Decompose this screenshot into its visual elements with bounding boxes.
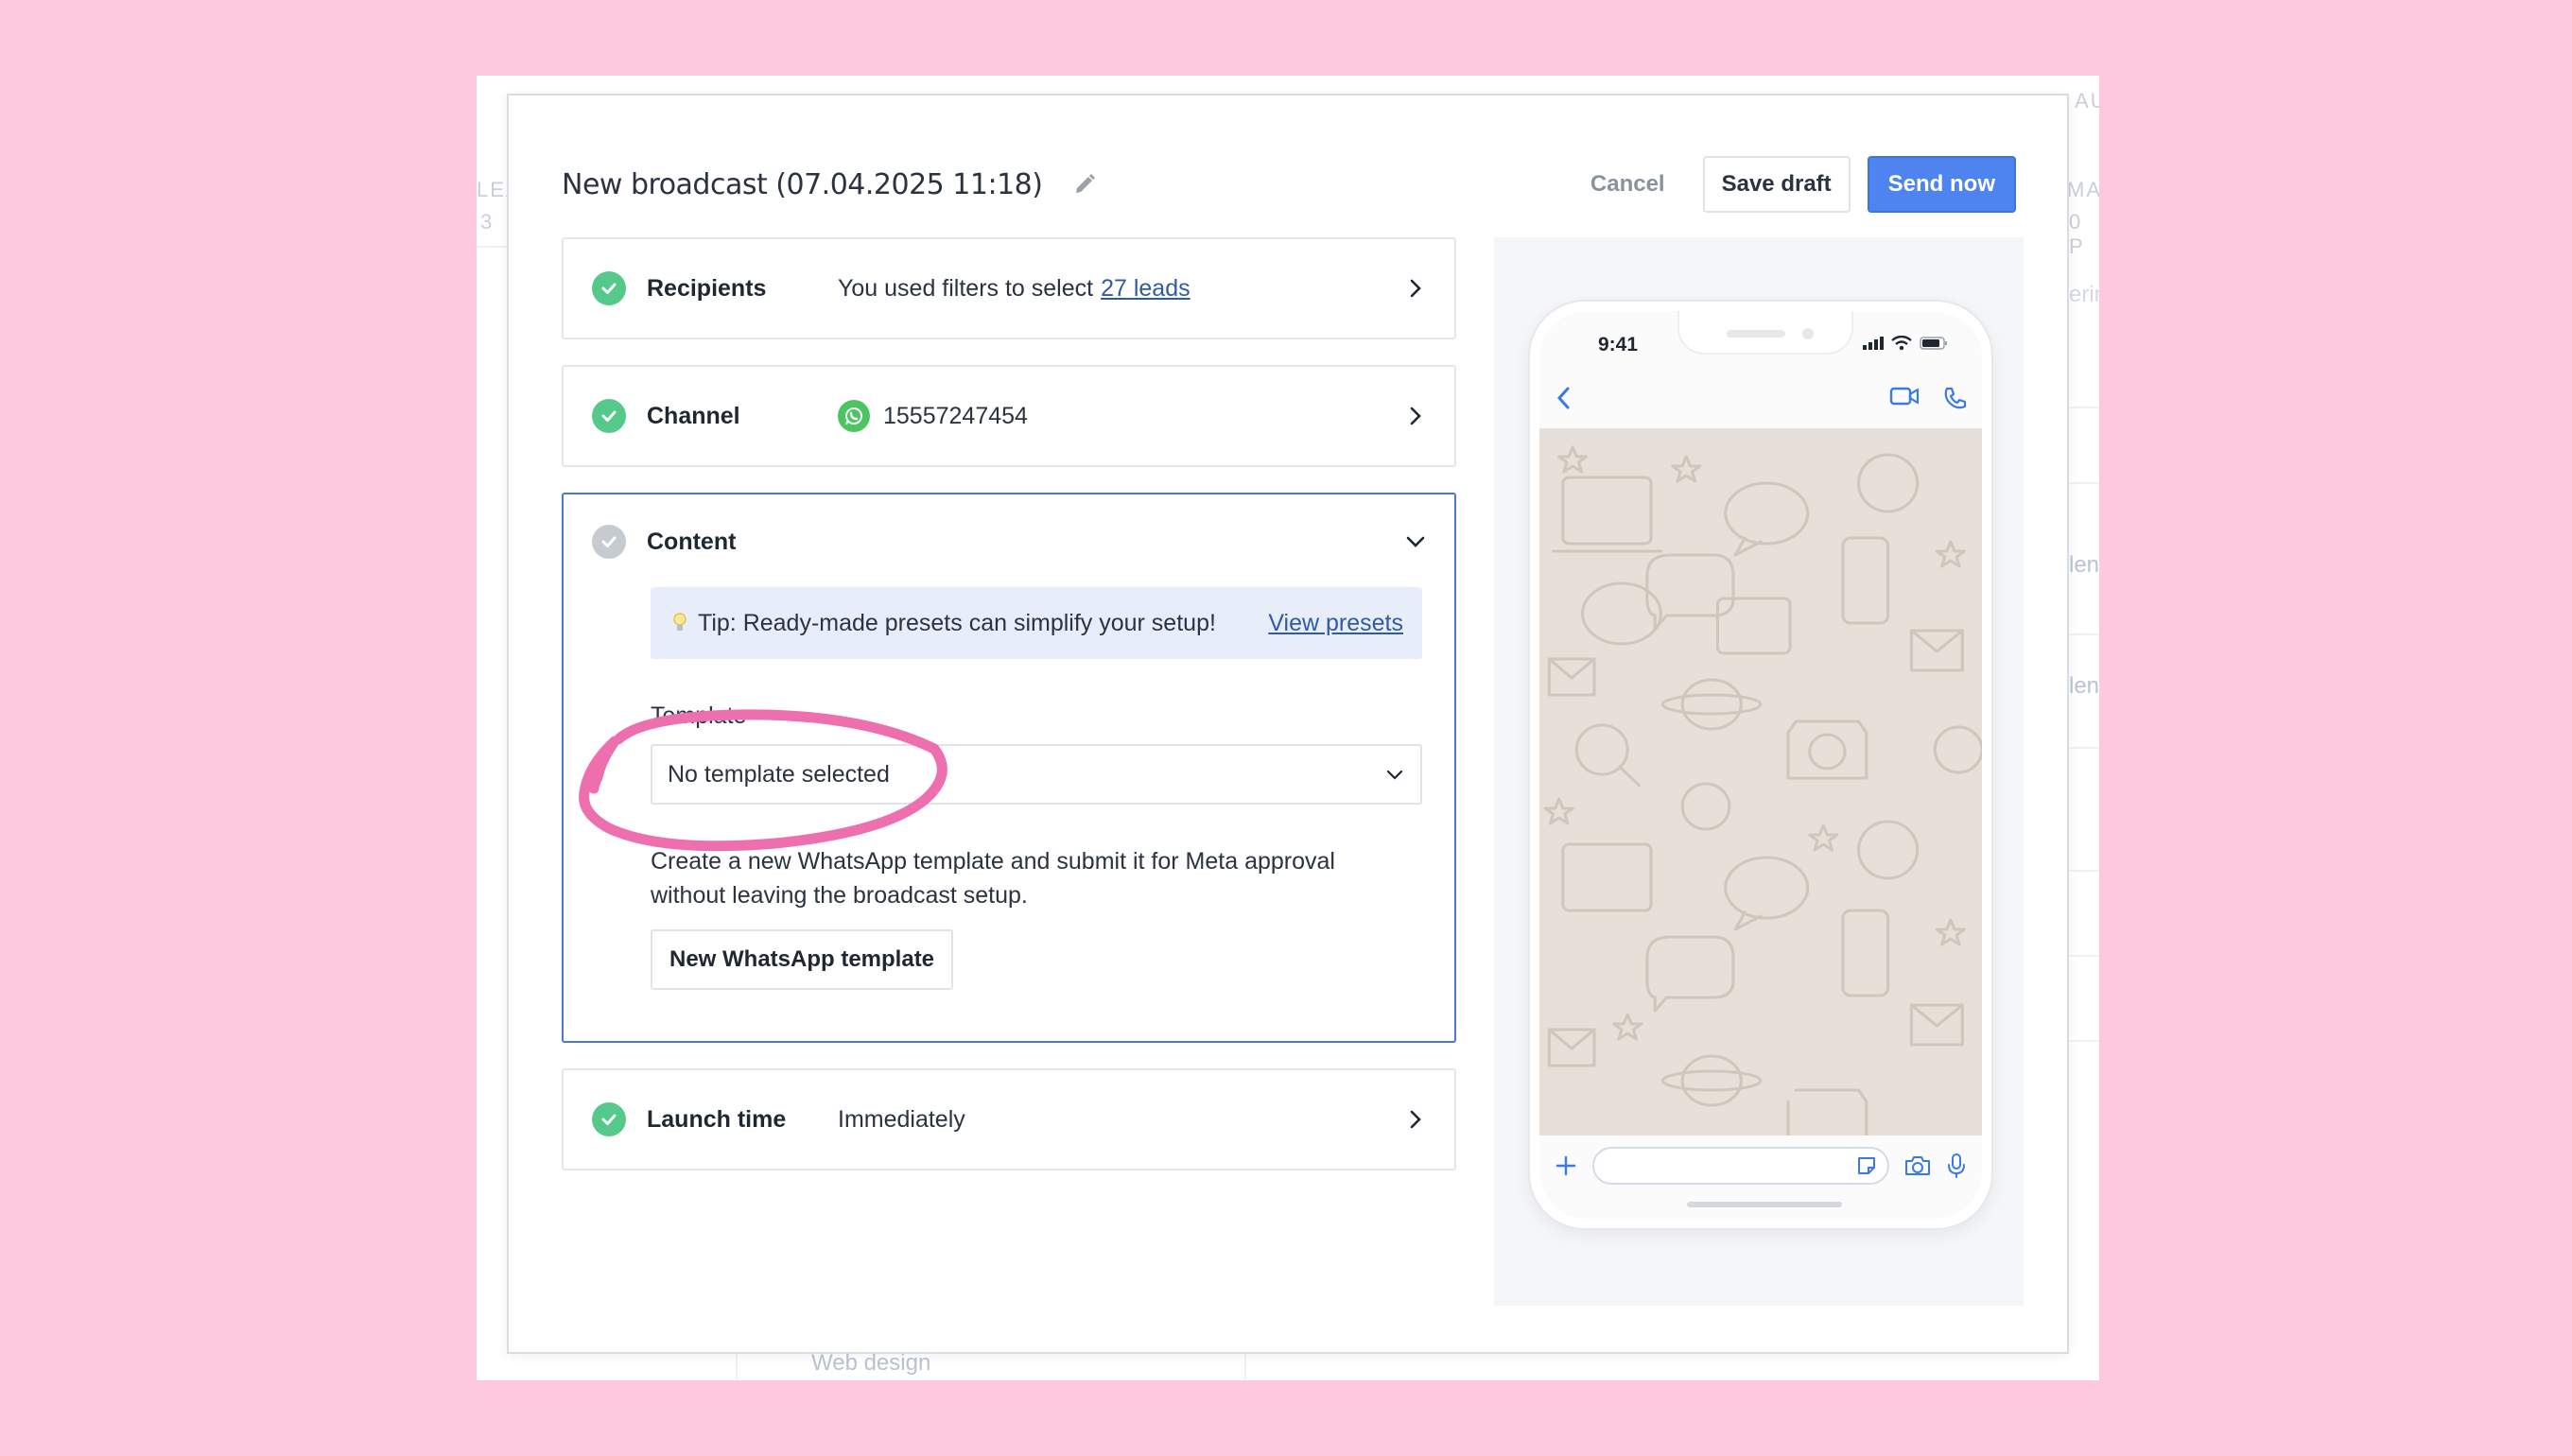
- recipients-value: You used filters to select 27 leads: [838, 275, 1190, 303]
- launch-time-step[interactable]: Launch time Immediately: [562, 1068, 1456, 1170]
- status-bar-time: 9:41: [1598, 334, 1639, 355]
- recipients-summary: You used filters to select: [838, 274, 1094, 302]
- plus-icon[interactable]: [1555, 1154, 1577, 1177]
- signal-icon: [1863, 337, 1884, 350]
- launch-time-value: Immediately: [838, 1105, 965, 1133]
- bg-divider: [2069, 407, 2099, 408]
- template-select[interactable]: No template selected: [651, 744, 1422, 805]
- chevron-down-icon: [1386, 770, 1403, 780]
- phone-mockup: 9:41: [1528, 300, 1993, 1230]
- cancel-button[interactable]: Cancel: [1570, 158, 1686, 211]
- bg-divider: [1244, 1354, 1246, 1380]
- chat-input-bar: [1539, 1135, 1982, 1196]
- chevron-right-icon[interactable]: [1405, 406, 1426, 426]
- lightbulb-icon: [671, 611, 688, 635]
- message-input[interactable]: [1592, 1147, 1889, 1185]
- chevron-right-icon[interactable]: [1405, 278, 1426, 299]
- content-label: Content: [647, 528, 737, 555]
- wifi-icon: [1891, 336, 1912, 351]
- tip-banner: Tip: Ready-made presets can simplify you…: [651, 587, 1422, 659]
- channel-value: 15557247454: [838, 400, 1028, 432]
- save-draft-button[interactable]: Save draft: [1702, 156, 1851, 213]
- bg-divider: [2069, 1040, 2099, 1042]
- video-call-icon[interactable]: [1889, 386, 1920, 407]
- launch-time-label: Launch time: [647, 1105, 787, 1133]
- check-icon: [592, 271, 626, 305]
- bg-card-snippet: len: [2069, 552, 2099, 578]
- pencil-icon[interactable]: [1072, 172, 1097, 197]
- channel-number: 15557247454: [883, 402, 1028, 429]
- broadcast-modal: New broadcast (07.04.2025 11:18) Cancel …: [507, 94, 2069, 1354]
- content-step: Content Tip: Ready-made presets can simp…: [562, 493, 1456, 1043]
- template-help-text: Create a new WhatsApp template and submi…: [651, 848, 1335, 909]
- chat-wallpaper: [1539, 428, 1982, 1137]
- bg-divider: [736, 1354, 738, 1380]
- send-now-button[interactable]: Send now: [1867, 156, 2016, 213]
- bg-divider: [477, 246, 507, 248]
- whatsapp-icon: [838, 400, 870, 432]
- new-whatsapp-template-button[interactable]: New WhatsApp template: [651, 929, 954, 990]
- message-preview-panel: 9:41: [1494, 237, 2024, 1306]
- recipients-step[interactable]: Recipients You used filters to select 27…: [562, 237, 1456, 339]
- bg-column-count: 3: [480, 210, 493, 234]
- bg-divider: [2069, 870, 2099, 872]
- bg-card-snippet: erin: [2069, 282, 2099, 307]
- bg-divider: [2069, 955, 2099, 957]
- sticker-icon[interactable]: [1855, 1154, 1878, 1177]
- bg-divider: [2069, 482, 2099, 484]
- bg-divider: [2069, 633, 2099, 635]
- tip-text: Tip: Ready-made presets can simplify you…: [698, 609, 1216, 636]
- bg-column-header: AU: [2075, 89, 2099, 113]
- status-icons: [1863, 336, 1948, 351]
- chevron-down-icon[interactable]: [1405, 531, 1426, 552]
- modal-header: New broadcast (07.04.2025 11:18) Cancel …: [562, 154, 2016, 215]
- bg-card-snippet: len: [2069, 673, 2099, 699]
- leads-link[interactable]: 27 leads: [1101, 275, 1190, 303]
- bg-column-count: 0 P: [2069, 210, 2083, 258]
- bg-divider: [2069, 747, 2099, 749]
- recipients-label: Recipients: [647, 274, 767, 302]
- channel-step[interactable]: Channel 15557247454: [562, 365, 1456, 467]
- template-label: Template: [651, 702, 747, 729]
- microphone-icon[interactable]: [1946, 1153, 1967, 1179]
- check-icon: [592, 399, 626, 433]
- phone-call-icon[interactable]: [1942, 386, 1967, 410]
- view-presets-link[interactable]: View presets: [1268, 610, 1403, 637]
- camera-icon[interactable]: [1904, 1154, 1931, 1177]
- bg-card-title: Web design: [811, 1350, 931, 1376]
- check-icon: [592, 1102, 626, 1136]
- channel-label: Channel: [647, 402, 740, 429]
- template-select-value: No template selected: [668, 760, 890, 788]
- check-icon: [592, 525, 626, 559]
- battery-icon: [1920, 337, 1947, 350]
- back-arrow-icon[interactable]: [1555, 385, 1573, 411]
- modal-title: New broadcast (07.04.2025 11:18): [562, 167, 1043, 201]
- header-actions: Cancel Save draft Send now: [1570, 156, 2016, 213]
- home-indicator: [1687, 1202, 1842, 1207]
- chevron-right-icon[interactable]: [1405, 1109, 1426, 1130]
- phone-notch: [1677, 311, 1853, 355]
- chat-header: [1539, 370, 1982, 426]
- bg-column-header: MAI: [2067, 178, 2099, 201]
- content-step-header[interactable]: Content: [564, 494, 1454, 589]
